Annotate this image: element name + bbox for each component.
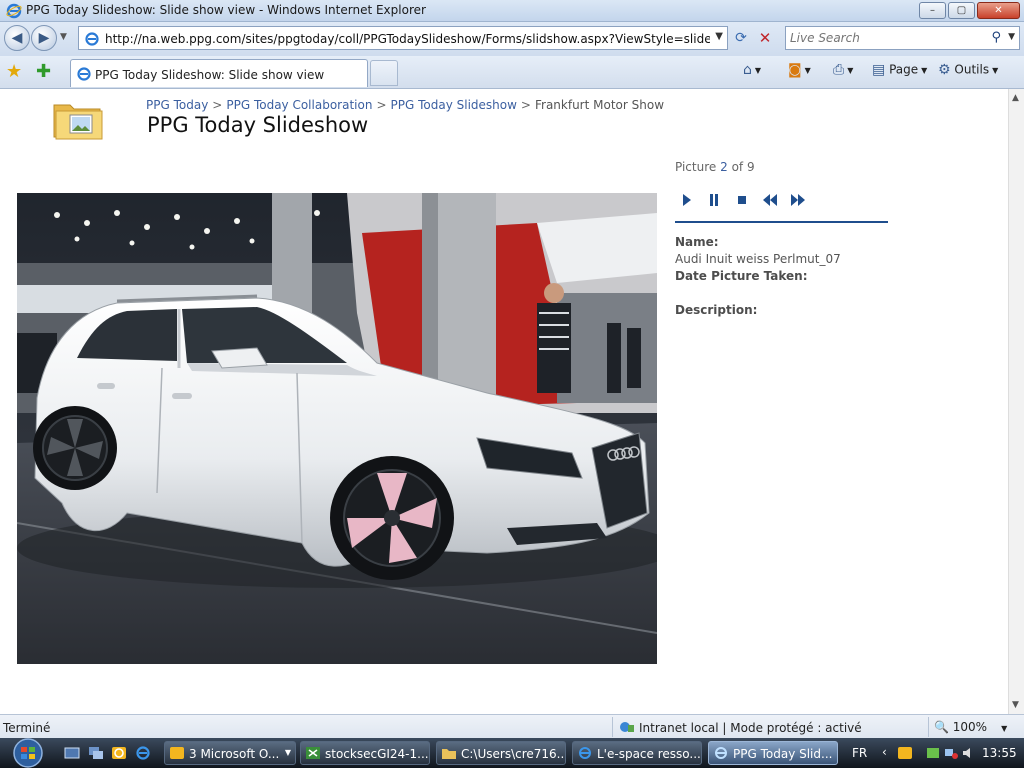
- taskbar-item-espace[interactable]: L'e-space resso...: [572, 741, 702, 765]
- search-input[interactable]: [790, 30, 985, 46]
- outlook-icon[interactable]: [111, 745, 127, 761]
- description-label: Description:: [675, 303, 758, 317]
- divider: [928, 717, 929, 737]
- folder-icon: [442, 749, 456, 759]
- recent-pages-dropdown[interactable]: ▼: [60, 32, 67, 42]
- close-window-button[interactable]: ✕: [977, 2, 1020, 19]
- volume-icon[interactable]: [962, 746, 976, 760]
- taskbar-item-outlook[interactable]: 3 Microsoft O... ▼: [164, 741, 296, 765]
- address-field[interactable]: http://na.web.ppg.com/sites/ppgtoday/col…: [78, 26, 728, 50]
- scroll-down-icon[interactable]: ▼: [1012, 700, 1019, 710]
- tools-menu-label: Outils: [954, 62, 990, 77]
- printer-icon: ⎙: [833, 62, 845, 78]
- add-favorites-icon[interactable]: ✚: [36, 61, 51, 82]
- internet-explorer-icon[interactable]: [135, 745, 151, 761]
- previous-icon[interactable]: [762, 193, 778, 207]
- intranet-zone-icon: [620, 722, 634, 732]
- current-picture-number: 2: [720, 160, 728, 174]
- new-tab-button[interactable]: [370, 60, 398, 86]
- zoom-control[interactable]: 🔍 100% ▼: [934, 720, 1007, 734]
- search-icon[interactable]: ⚲: [991, 30, 1001, 45]
- date-taken-label: Date Picture Taken:: [675, 269, 808, 283]
- divider: [675, 221, 888, 223]
- stop-icon[interactable]: ✕: [754, 27, 776, 49]
- gear-icon: ⚙: [938, 62, 951, 78]
- system-tray: FR ‹ 13:55: [842, 738, 1024, 768]
- tab-label: PPG Today Slideshow: Slide show view: [95, 68, 325, 82]
- command-bar: ★ ✚ PPG Today Slideshow: Slide show view…: [0, 56, 1024, 89]
- play-icon[interactable]: [678, 193, 694, 207]
- status-bar: Terminé Intranet local | Mode protégé : …: [0, 714, 1024, 738]
- clock[interactable]: 13:55: [982, 746, 1017, 760]
- breadcrumb-link-slideshow[interactable]: PPG Today Slideshow: [391, 98, 517, 112]
- outlook-icon: [170, 747, 184, 759]
- breadcrumb-link-collaboration[interactable]: PPG Today Collaboration: [226, 98, 372, 112]
- switch-windows-icon[interactable]: [88, 745, 104, 761]
- show-hidden-icons-icon[interactable]: ‹: [882, 745, 887, 759]
- internet-explorer-icon: [579, 747, 591, 759]
- network-icon[interactable]: [944, 746, 958, 760]
- tools-menu[interactable]: ⚙ Outils ▼: [938, 62, 998, 78]
- pause-icon[interactable]: [706, 193, 722, 207]
- name-value: Audi Inuit weiss Perlmut_07: [675, 252, 841, 266]
- page-content: PPG Today > PPG Today Collaboration > PPG To…: [0, 89, 1008, 714]
- show-desktop-icon[interactable]: [64, 745, 80, 761]
- back-button[interactable]: ◀: [4, 25, 30, 51]
- forward-button[interactable]: ▶: [31, 25, 57, 51]
- taskbar-item-excel[interactable]: stocksecGI24-1...: [300, 741, 430, 765]
- scroll-up-icon[interactable]: ▲: [1012, 93, 1019, 103]
- language-indicator[interactable]: FR: [852, 746, 867, 760]
- maximize-button[interactable]: ▢: [948, 2, 975, 19]
- excel-icon: [306, 747, 320, 759]
- window-titlebar: PPG Today Slideshow: Slide show view - W…: [0, 0, 1024, 22]
- print-button[interactable]: ⎙ ▼: [833, 62, 853, 78]
- internet-explorer-icon: [6, 3, 22, 19]
- home-button[interactable]: ⌂ ▼: [743, 62, 761, 78]
- security-zone-text[interactable]: Intranet local | Mode protégé : activé: [639, 721, 862, 735]
- refresh-icon[interactable]: ⟳: [730, 27, 752, 49]
- zoom-icon: 🔍: [934, 720, 949, 734]
- address-bar: ◀ ▶ ▼ http://na.web.ppg.com/sites/ppgtod…: [0, 22, 1024, 56]
- folder-picture-icon: [53, 104, 103, 140]
- outlook-tray-icon[interactable]: [898, 746, 912, 760]
- breadcrumb: PPG Today > PPG Today Collaboration > PPG To…: [146, 98, 665, 112]
- favorites-star-icon[interactable]: ★: [6, 61, 22, 82]
- slideshow-controls: [678, 193, 806, 207]
- name-label: Name:: [675, 235, 719, 249]
- home-icon: ⌂: [743, 62, 752, 78]
- window-title: PPG Today Slideshow: Slide show view - W…: [26, 3, 426, 17]
- divider: [612, 717, 613, 737]
- breadcrumb-link-ppg-today[interactable]: PPG Today: [146, 98, 208, 112]
- security-tray-icon[interactable]: [926, 746, 940, 760]
- page-menu-label: Page: [889, 62, 919, 77]
- zoom-level: 100%: [952, 720, 988, 734]
- feeds-button[interactable]: ◙ ▼: [788, 62, 811, 78]
- taskbar-item-ppg-slideshow[interactable]: PPG Today Slid...: [708, 741, 838, 765]
- slideshow-picture: [17, 193, 657, 664]
- picture-counter: Picture 2 of 9: [675, 160, 755, 174]
- taskbar-item-explorer[interactable]: C:\Users\cre716...: [436, 741, 566, 765]
- next-icon[interactable]: [790, 193, 806, 207]
- page-icon: ▤: [872, 62, 886, 78]
- breadcrumb-current: Frankfurt Motor Show: [534, 98, 665, 112]
- stop-icon[interactable]: [734, 193, 750, 207]
- page-title: PPG Today Slideshow: [147, 113, 369, 137]
- status-text: Terminé: [3, 721, 51, 735]
- internet-explorer-icon: [77, 67, 91, 81]
- address-dropdown-icon[interactable]: ▼: [715, 31, 723, 42]
- page-menu[interactable]: ▤ Page ▼: [872, 62, 927, 78]
- url-text[interactable]: http://na.web.ppg.com/sites/ppgtoday/col…: [105, 32, 710, 46]
- rss-icon: ◙: [788, 62, 802, 78]
- search-box[interactable]: ⚲ ▼: [785, 26, 1020, 50]
- search-options-dropdown[interactable]: ▼: [1008, 32, 1015, 42]
- start-button[interactable]: [4, 738, 50, 768]
- page-icon: [85, 32, 99, 46]
- minimize-button[interactable]: –: [919, 2, 946, 19]
- taskbar: 3 Microsoft O... ▼ stocksecGI24-1... C:\…: [0, 738, 1024, 768]
- tab-ppg-slideshow[interactable]: PPG Today Slideshow: Slide show view: [70, 59, 368, 87]
- vertical-scrollbar[interactable]: ▲ ▼: [1008, 89, 1024, 714]
- internet-explorer-icon: [715, 747, 727, 759]
